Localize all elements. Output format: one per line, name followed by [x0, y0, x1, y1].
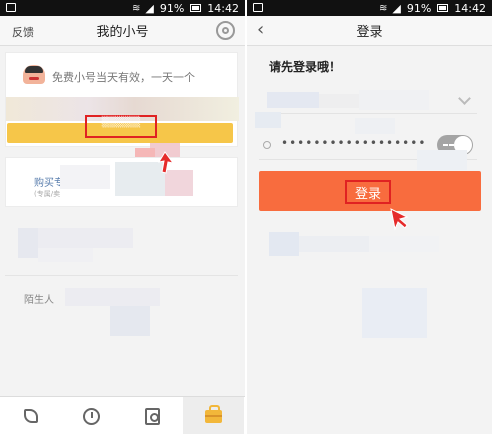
status-bar: ≋ ◢ 91% 14:42 — [247, 0, 492, 16]
image-notification-icon — [253, 3, 263, 12]
login-button-label: 登录 — [354, 186, 381, 202]
blur-patch — [319, 94, 359, 108]
tab-calls[interactable] — [0, 397, 61, 434]
free-number-promo-text: 免费小号当天有效，一天一个 — [52, 71, 195, 84]
status-time: 14:42 — [454, 1, 486, 15]
status-time: 14:42 — [207, 1, 239, 15]
briefcase-icon — [205, 404, 222, 423]
blur-patch — [369, 236, 439, 252]
blur-patch — [267, 92, 319, 108]
right-phone-screen: ≋ ◢ 91% 14:42 ‹ 登录 请先登录哦！ ••••••••••••••… — [247, 0, 492, 434]
battery-icon — [437, 4, 449, 12]
blur-patch — [38, 248, 93, 262]
left-phone-screen: ≋ ◢ 91% 14:42 反馈 我的小号 免费小号当天有效，一天一个 ▒▒▒▒… — [0, 0, 245, 434]
blur-patch — [18, 228, 38, 258]
signal-icon: ◢ — [392, 1, 401, 15]
account-select-field[interactable] — [259, 86, 477, 114]
battery-percent: 91% — [159, 1, 185, 15]
blur-patch — [362, 288, 427, 338]
blur-patch — [417, 150, 467, 170]
buy-exclusive-subtext: (专属/卖 — [34, 190, 61, 198]
top-nav-bar: ‹ 登录 — [247, 16, 492, 46]
bottom-tab-bar — [0, 396, 245, 434]
clock-icon — [83, 407, 100, 425]
tab-my-numbers[interactable] — [183, 397, 244, 434]
wifi-icon: ≋ — [378, 2, 387, 14]
blurred-button-label: ▒▒▒▒▒ — [101, 117, 141, 128]
gear-icon[interactable] — [216, 21, 235, 40]
login-prompt-heading: 请先登录哦！ — [269, 60, 342, 74]
feedback-button[interactable]: 反馈 — [12, 24, 34, 40]
blur-patch — [359, 90, 429, 110]
page-title: 登录 — [356, 25, 383, 40]
battery-percent: 91% — [406, 1, 432, 15]
blur-patch — [38, 228, 133, 248]
image-notification-icon — [6, 3, 16, 12]
chevron-down-icon[interactable] — [458, 92, 471, 105]
blur-patch — [355, 118, 395, 134]
phone-icon — [23, 409, 38, 423]
screenshot-stage: ≋ ◢ 91% 14:42 反馈 我的小号 免费小号当天有效，一天一个 ▒▒▒▒… — [0, 0, 492, 434]
blur-patch — [110, 306, 150, 336]
blur-patch — [255, 112, 281, 128]
status-bar: ≋ ◢ 91% 14:42 — [0, 0, 245, 16]
signal-icon: ◢ — [145, 1, 154, 15]
battery-icon — [190, 4, 202, 12]
tab-recent[interactable] — [61, 397, 122, 434]
highlight-box: 登录 — [345, 180, 391, 204]
blur-patch — [299, 236, 369, 252]
page-title: 我的小号 — [96, 25, 149, 40]
avatar-icon — [23, 65, 45, 84]
contacts-icon — [145, 407, 160, 425]
wifi-icon: ≋ — [131, 2, 140, 14]
blur-patch — [269, 232, 299, 256]
highlight-box: ▒▒▒▒▒ — [85, 115, 157, 138]
tab-contacts[interactable] — [122, 397, 183, 434]
blur-patch — [65, 288, 160, 306]
blur-patch — [60, 165, 110, 189]
list-divider — [5, 275, 238, 276]
strangers-group-label[interactable]: 陌生人 — [24, 291, 54, 306]
password-input-value: •••••••••••••••••• — [281, 136, 427, 150]
top-nav-bar: 反馈 我的小号 — [0, 16, 245, 46]
lock-icon — [263, 141, 271, 149]
back-arrow-icon[interactable]: ‹ — [257, 21, 264, 39]
